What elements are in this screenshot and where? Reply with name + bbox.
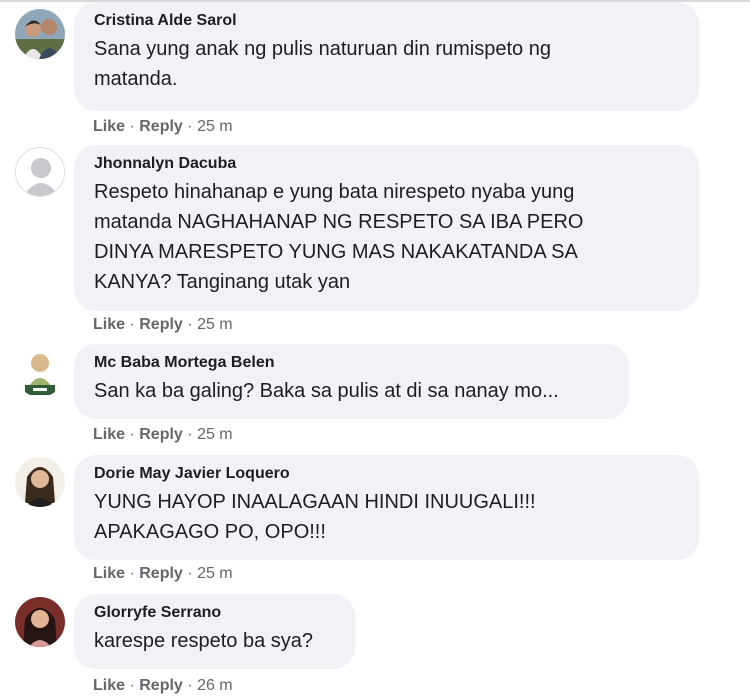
separator: · xyxy=(129,677,140,694)
like-button[interactable]: Like xyxy=(93,118,125,135)
separator: · xyxy=(187,118,198,135)
comment-bubble: Glorryfe Serrano karespe respeto ba sya? xyxy=(74,594,355,669)
comment-actions: Like · Reply · 25 m xyxy=(93,425,233,445)
like-button[interactable]: Like xyxy=(93,565,125,582)
like-button[interactable]: Like xyxy=(93,316,125,333)
separator: · xyxy=(187,565,198,582)
comment-actions: Like · Reply · 25 m xyxy=(93,315,233,335)
avatar[interactable] xyxy=(15,457,65,507)
avatar[interactable] xyxy=(15,9,65,59)
like-button[interactable]: Like xyxy=(93,426,125,443)
comment-bubble: Jhonnalyn Dacuba Respeto hinahanap e yun… xyxy=(74,145,699,311)
comment-bubble: Cristina Alde Sarol Sana yung anak ng pu… xyxy=(74,2,699,111)
reply-button[interactable]: Reply xyxy=(139,677,183,694)
comment-text: San ka ba galing? Baka sa pulis at di sa… xyxy=(94,380,559,402)
separator: · xyxy=(129,565,140,582)
separator: · xyxy=(129,316,140,333)
reply-button[interactable]: Reply xyxy=(139,426,183,443)
comment-author[interactable]: Mc Baba Mortega Belen xyxy=(94,353,609,373)
comment-author[interactable]: Glorryfe Serrano xyxy=(94,603,335,623)
comment-timestamp[interactable]: 26 m xyxy=(197,677,233,694)
comment-timestamp[interactable]: 25 m xyxy=(197,426,233,443)
comment-timestamp[interactable]: 25 m xyxy=(197,565,233,582)
comment-actions: Like · Reply · 25 m xyxy=(93,117,233,137)
separator: · xyxy=(129,426,140,443)
comment-thread: Cristina Alde Sarol Sana yung anak ng pu… xyxy=(0,0,750,700)
comment-author[interactable]: Cristina Alde Sarol xyxy=(94,11,679,31)
like-button[interactable]: Like xyxy=(93,677,125,694)
avatar[interactable] xyxy=(15,347,65,397)
separator: · xyxy=(187,677,198,694)
comment-text: karespe respeto ba sya? xyxy=(94,630,314,652)
comment-bubble: Mc Baba Mortega Belen San ka ba galing? … xyxy=(74,344,629,419)
comment-text: YUNG HAYOP INAALAGAAN HINDI INUUGALI!!! … xyxy=(94,491,536,543)
avatar[interactable] xyxy=(15,597,65,647)
reply-button[interactable]: Reply xyxy=(139,118,183,135)
comment-bubble: Dorie May Javier Loquero YUNG HAYOP INAA… xyxy=(74,455,699,560)
avatar[interactable] xyxy=(15,147,65,197)
separator: · xyxy=(187,316,198,333)
comment-text: Sana yung anak ng pulis naturuan din rum… xyxy=(94,38,551,90)
reply-button[interactable]: Reply xyxy=(139,565,183,582)
separator: · xyxy=(129,118,140,135)
separator: · xyxy=(187,426,198,443)
comment-actions: Like · Reply · 25 m xyxy=(93,564,233,584)
comment-actions: Like · Reply · 26 m xyxy=(93,676,233,696)
comment-author[interactable]: Jhonnalyn Dacuba xyxy=(94,154,679,174)
comment-text: Respeto hinahanap e yung bata nirespeto … xyxy=(94,181,584,293)
reply-button[interactable]: Reply xyxy=(139,316,183,333)
comment-timestamp[interactable]: 25 m xyxy=(197,118,233,135)
comment-author[interactable]: Dorie May Javier Loquero xyxy=(94,464,679,484)
comment-timestamp[interactable]: 25 m xyxy=(197,316,233,333)
